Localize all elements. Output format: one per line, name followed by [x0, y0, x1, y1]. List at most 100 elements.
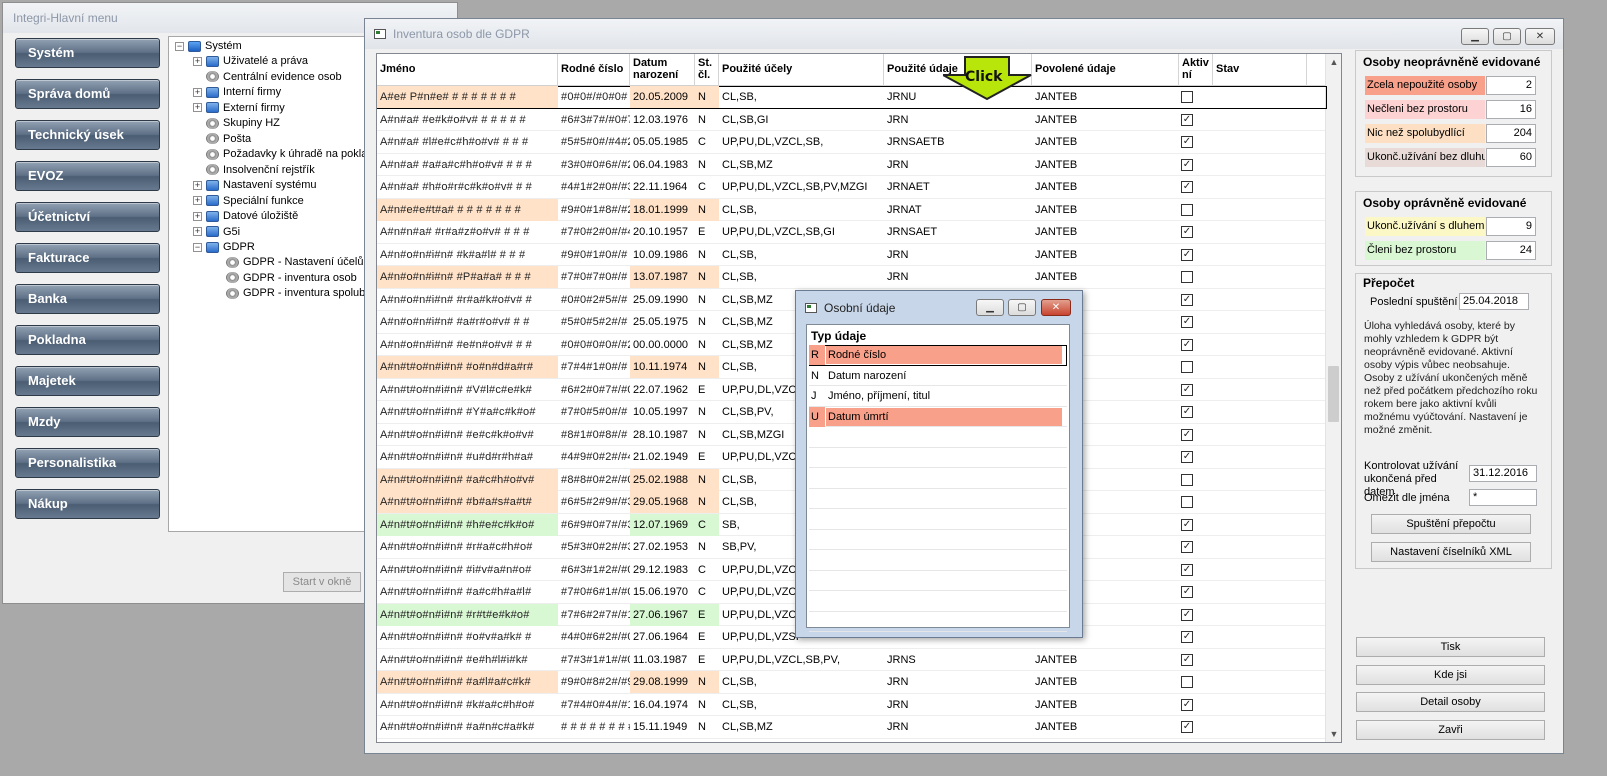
- tree-item[interactable]: + Speciální funkce: [193, 193, 304, 209]
- aktivni-checkbox[interactable]: [1181, 676, 1193, 688]
- tree-item[interactable]: Insolvenční rejstřík: [193, 162, 315, 178]
- aktivni-checkbox[interactable]: ✓: [1181, 293, 1193, 306]
- tree-item[interactable]: + Datové úložiště: [193, 208, 298, 224]
- aktivni-checkbox[interactable]: ✓: [1181, 721, 1193, 733]
- table-row[interactable]: A#n#a# #h#o#r#c#k#o#v# # # #4#1#2#0#/#3#1…: [377, 176, 1327, 199]
- tree-item[interactable]: + Uživatelé a práva: [193, 53, 308, 69]
- col-header-povolene-udaje[interactable]: Povolené údaje: [1032, 54, 1179, 86]
- table-row[interactable]: A#n#t#o#n#i#n# #e#h#l#i#k# #7#3#1#1#/#0#1…: [377, 649, 1327, 671]
- kontrolovat-date-field[interactable]: 31.12.2016: [1469, 465, 1537, 482]
- expand-icon[interactable]: +: [193, 56, 202, 66]
- tree-item-system[interactable]: − Systém: [175, 38, 242, 54]
- table-row[interactable]: A#n#a# #e#k#o#v# # # # # # #6#3#7#/#0#7#1…: [377, 109, 1327, 131]
- aktivni-checkbox[interactable]: [1181, 203, 1193, 216]
- start-in-window-button[interactable]: Start v okně: [283, 572, 361, 592]
- aktivni-checkbox[interactable]: ✓: [1181, 338, 1193, 351]
- maximize-button[interactable]: ▢: [1493, 28, 1521, 45]
- aktivni-checkbox[interactable]: ✓: [1181, 653, 1193, 666]
- nav-button[interactable]: Systém: [15, 38, 160, 68]
- tree-item[interactable]: + Externí firmy: [193, 100, 285, 116]
- aktivni-checkbox[interactable]: [1181, 91, 1193, 103]
- nav-button[interactable]: Nákup: [15, 489, 160, 519]
- nav-button[interactable]: Banka: [15, 284, 160, 314]
- spusteni-prepoctu-button[interactable]: Spuštění přepočtu: [1371, 514, 1531, 534]
- minimize-button[interactable]: ▁: [1461, 28, 1489, 45]
- tree-item[interactable]: Pošta: [193, 131, 251, 147]
- aktivni-checkbox[interactable]: ✓: [1181, 541, 1193, 553]
- nav-button[interactable]: Pokladna: [15, 325, 160, 355]
- table-row[interactable]: A#n#o#n#i#n# #k#a#l# # # # #9#0#1#0#/# # …: [377, 244, 1327, 266]
- nastaveni-ciselniku-button[interactable]: Nastavení číselníků XML: [1371, 542, 1531, 562]
- omezit-name-field[interactable]: *: [1469, 489, 1537, 506]
- dialog-close-button[interactable]: ✕: [1041, 299, 1071, 316]
- tree-item[interactable]: Centrální evidence osob: [193, 69, 342, 85]
- aktivni-checkbox[interactable]: ✓: [1181, 383, 1193, 396]
- col-header-datum-narozeni[interactable]: Datum narození: [630, 54, 695, 86]
- collapse-icon[interactable]: −: [175, 41, 184, 51]
- typ-udaje-row[interactable]: J Jméno, příjmení, titul: [809, 386, 1067, 407]
- dialog-minimize-button[interactable]: ▁: [976, 299, 1004, 316]
- expand-icon[interactable]: +: [193, 103, 202, 113]
- col-header-jmeno[interactable]: Jméno: [377, 54, 558, 86]
- expand-icon[interactable]: +: [193, 87, 202, 97]
- expand-icon[interactable]: +: [193, 211, 202, 221]
- tree-item[interactable]: + G5i: [193, 224, 240, 240]
- detail-osoby-button[interactable]: Detail osoby: [1356, 692, 1545, 712]
- stat-value-field[interactable]: 16: [1486, 100, 1536, 119]
- col-header-stav[interactable]: Stav: [1213, 54, 1307, 86]
- stat-value-field[interactable]: 24: [1486, 241, 1536, 260]
- aktivni-checkbox[interactable]: ✓: [1181, 608, 1193, 621]
- table-row[interactable]: A#n#o#n#i#n# #P#a#a# # # ##7#0#7#0#/# # …: [377, 266, 1327, 289]
- expand-icon[interactable]: +: [193, 227, 202, 237]
- aktivni-checkbox[interactable]: [1181, 361, 1193, 373]
- expand-icon[interactable]: +: [193, 196, 202, 206]
- table-row[interactable]: A#n#a# #l#e#c#h#o#v# # # # #5#5#0#/#4#2#0…: [377, 131, 1327, 154]
- aktivni-checkbox[interactable]: ✓: [1181, 631, 1193, 643]
- tisk-button[interactable]: Tisk: [1356, 637, 1545, 657]
- aktivni-checkbox[interactable]: ✓: [1181, 406, 1193, 418]
- col-header-pouzite-ucely[interactable]: Použité účely: [719, 54, 884, 86]
- aktivni-checkbox[interactable]: ✓: [1181, 586, 1193, 598]
- tree-item[interactable]: + Nastavení systému: [193, 177, 317, 193]
- dialog-maximize-button[interactable]: ▢: [1008, 299, 1036, 316]
- aktivni-checkbox[interactable]: ✓: [1181, 226, 1193, 238]
- nav-button[interactable]: Majetek: [15, 366, 160, 396]
- stat-value-field[interactable]: 60: [1486, 148, 1536, 167]
- table-row[interactable]: A#e# P#n#e# # # # # # # # #0#0#/#0#0# 20.0…: [377, 86, 1327, 109]
- aktivni-checkbox[interactable]: ✓: [1181, 428, 1193, 441]
- col-header-aktivni[interactable]: Aktiv ní: [1179, 54, 1213, 86]
- col-header-rodne-cislo[interactable]: Rodné číslo: [558, 54, 630, 86]
- typ-udaje-row[interactable]: R Rodné číslo: [809, 345, 1067, 366]
- aktivni-checkbox[interactable]: ✓: [1181, 136, 1193, 148]
- aktivni-checkbox[interactable]: [1181, 271, 1193, 283]
- stat-value-field[interactable]: 204: [1486, 124, 1536, 143]
- table-row[interactable]: A#n#t#o#n#i#n# #a#l#a#c#k##9#0#8#2#/#9#2…: [377, 671, 1327, 694]
- scroll-down-arrow-icon[interactable]: ▼: [1326, 726, 1341, 742]
- tree-item-gdpr[interactable]: GDPR - inventura osob: [213, 270, 357, 286]
- table-row[interactable]: A#n#e#e#t#a# # # # # # # ##9#0#1#8#/#2#9…: [377, 198, 1327, 221]
- aktivni-checkbox[interactable]: ✓: [1181, 316, 1193, 328]
- tree-item[interactable]: + Interní firmy: [193, 84, 281, 100]
- nav-button[interactable]: Technický úsek: [15, 120, 160, 150]
- nav-button[interactable]: Personalistika: [15, 448, 160, 478]
- aktivni-checkbox[interactable]: ✓: [1181, 158, 1193, 171]
- table-row[interactable]: A#n#n#a# #r#a#z#o#v# # # # #7#0#2#0#/#4#9…: [377, 221, 1327, 244]
- expand-icon[interactable]: +: [193, 180, 202, 190]
- typ-udaje-row[interactable]: U Datum úmrtí: [809, 406, 1067, 427]
- close-button[interactable]: ✕: [1525, 28, 1555, 45]
- aktivni-checkbox[interactable]: ✓: [1181, 181, 1193, 193]
- tree-item[interactable]: Skupiny HZ: [193, 115, 280, 131]
- collapse-icon[interactable]: −: [193, 242, 202, 252]
- col-header-st-cl[interactable]: St. čl.: [695, 54, 719, 86]
- nav-button[interactable]: Fakturace: [15, 243, 160, 273]
- scroll-up-arrow-icon[interactable]: ▲: [1326, 54, 1341, 70]
- aktivni-checkbox[interactable]: [1181, 496, 1193, 508]
- aktivni-checkbox[interactable]: ✓: [1181, 698, 1193, 711]
- stat-value-field[interactable]: 9: [1486, 217, 1536, 236]
- table-row[interactable]: A#n#a# #a#a#c#h#o#v# # # # #3#0#0#6#/#2#3…: [377, 154, 1327, 176]
- tree-item-gdpr[interactable]: GDPR - inventura spoluby: [213, 285, 371, 301]
- typ-udaje-list[interactable]: Typ údaje R Rodné číslo N Datum narození J Jm…: [806, 324, 1070, 632]
- aktivni-checkbox[interactable]: ✓: [1181, 518, 1193, 531]
- tree-item[interactable]: Požadavky k úhradě na pokla: [193, 146, 367, 162]
- kde-jsi-button[interactable]: Kde jsi: [1356, 664, 1545, 685]
